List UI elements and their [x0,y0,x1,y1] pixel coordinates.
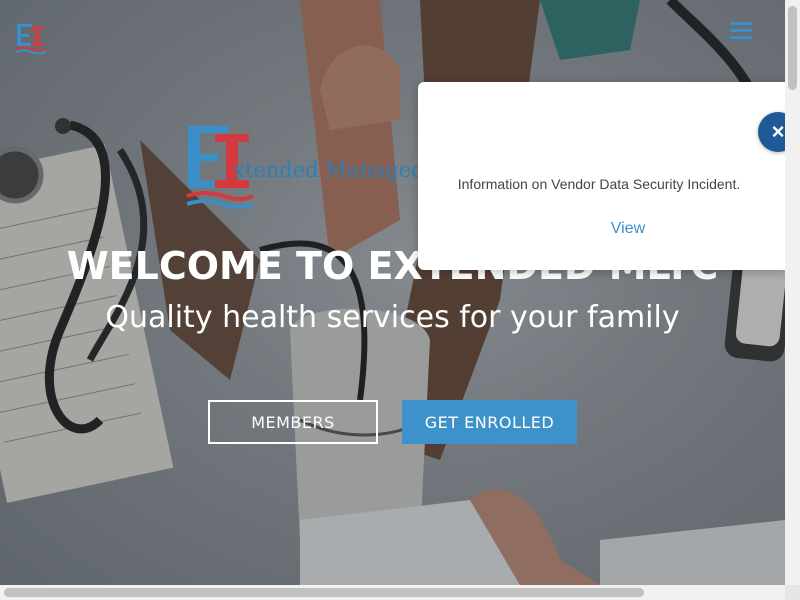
vertical-scroll-thumb[interactable] [788,6,797,90]
ei-logo-icon[interactable] [14,20,48,55]
scrollbar-corner [785,585,800,600]
brand-text: xtended Managed [233,158,425,182]
get-enrolled-button[interactable]: GET ENROLLED [402,400,577,444]
notice-popup: Information on Vendor Data Security Inci… [418,82,790,270]
popup-message: Information on Vendor Data Security Inci… [457,176,741,192]
vertical-scrollbar[interactable] [785,0,800,585]
members-button[interactable]: MEMBERS [208,400,378,444]
horizontal-scrollbar[interactable] [0,585,785,600]
popup-view-link[interactable]: View [418,220,800,238]
horizontal-scroll-thumb[interactable] [4,588,644,597]
brand-logo: xtended Managed [185,124,425,214]
hamburger-menu-icon[interactable] [730,22,752,42]
hero-subtitle: Quality health services for your family [105,300,680,335]
